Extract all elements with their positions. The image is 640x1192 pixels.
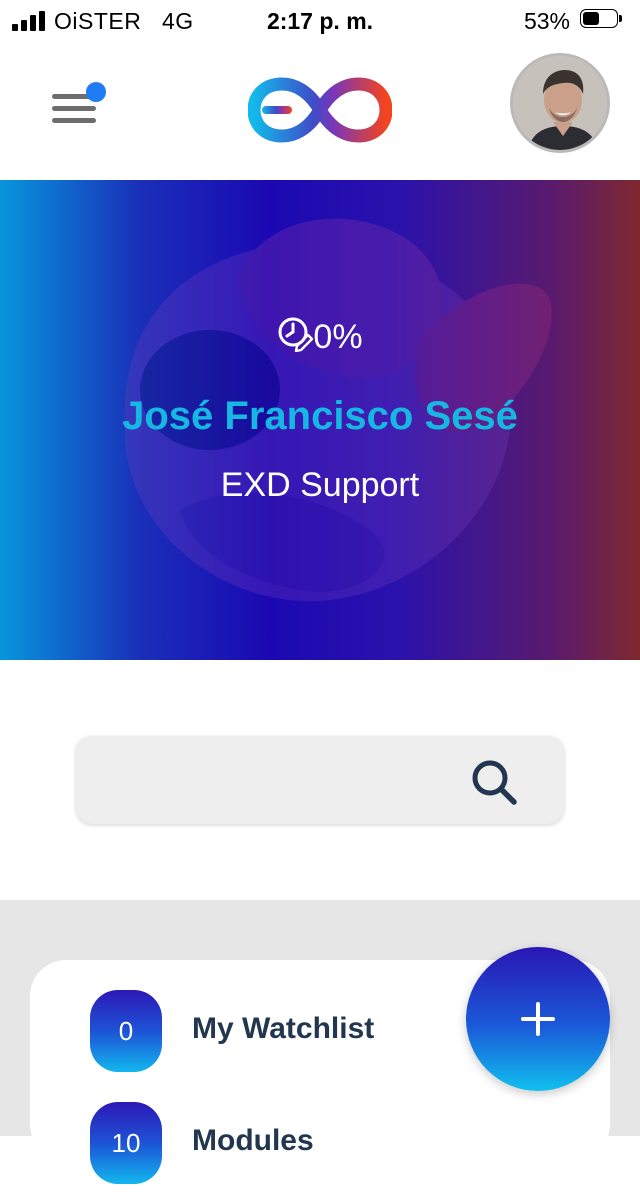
avatar-photo-icon <box>513 56 607 150</box>
battery-icon <box>580 9 624 30</box>
plus-icon <box>536 1002 540 1036</box>
search-bar <box>76 736 564 824</box>
notification-dot-icon <box>86 82 106 102</box>
app-header <box>0 44 640 180</box>
list-item-label: Modules <box>192 1124 314 1157</box>
list-item-label: My Watchlist <box>192 1012 375 1045</box>
progress-indicator: 0% <box>0 316 640 357</box>
list-item-modules[interactable]: 10 Modules <box>90 1102 530 1192</box>
battery-percent: 53% <box>523 8 570 34</box>
search-icon[interactable] <box>468 756 520 808</box>
profile-hero-banner: 0% José Francisco Sesé EXD Support <box>0 180 640 660</box>
user-role: EXD Support <box>220 466 420 504</box>
list-item-my-watchlist[interactable]: 0 My Watchlist <box>90 990 530 1080</box>
count-badge: 0 <box>90 990 162 1072</box>
hamburger-menu-button[interactable] <box>44 82 108 140</box>
exd-logo-icon <box>248 77 392 143</box>
search-input[interactable] <box>96 750 460 812</box>
clock-pencil-icon <box>278 317 314 353</box>
status-bar: OiSTER 4G 2:17 p. m. 53% <box>0 0 640 44</box>
menu-bar-line <box>52 118 96 123</box>
user-avatar[interactable] <box>510 53 610 153</box>
user-name: José Francisco Sesé <box>122 394 518 438</box>
add-button[interactable] <box>466 947 610 1091</box>
count-badge: 10 <box>90 1102 162 1184</box>
progress-value: 0% <box>313 318 363 356</box>
menu-bar-line <box>52 106 96 111</box>
